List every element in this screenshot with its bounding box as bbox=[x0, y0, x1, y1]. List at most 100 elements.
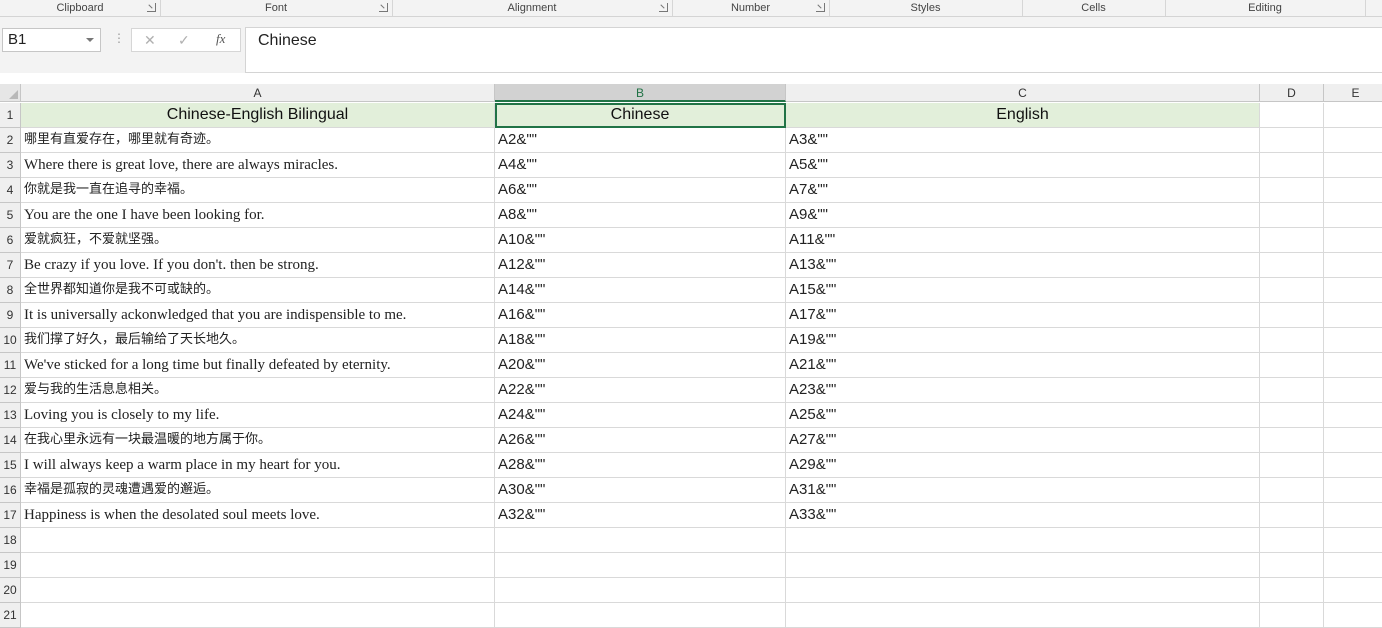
row-header[interactable]: 4 bbox=[0, 178, 21, 203]
formula-cell[interactable]: A30&"" bbox=[495, 478, 786, 503]
formula-cell[interactable]: A29&"" bbox=[786, 453, 1260, 478]
cell[interactable] bbox=[1324, 378, 1382, 403]
cell[interactable] bbox=[1324, 478, 1382, 503]
row-header[interactable]: 10 bbox=[0, 328, 21, 353]
cell[interactable] bbox=[1324, 278, 1382, 303]
cell[interactable] bbox=[1324, 203, 1382, 228]
cell[interactable] bbox=[786, 553, 1260, 578]
cell[interactable] bbox=[1260, 453, 1324, 478]
cell[interactable] bbox=[1324, 328, 1382, 353]
row-header[interactable]: 19 bbox=[0, 553, 21, 578]
row-header[interactable]: 14 bbox=[0, 428, 21, 453]
formula-cell[interactable]: A22&"" bbox=[495, 378, 786, 403]
cell[interactable] bbox=[1324, 303, 1382, 328]
row-header[interactable]: 12 bbox=[0, 378, 21, 403]
formula-cell[interactable]: A23&"" bbox=[786, 378, 1260, 403]
cell[interactable] bbox=[1324, 178, 1382, 203]
cell[interactable] bbox=[1324, 528, 1382, 553]
formula-cell[interactable]: A17&"" bbox=[786, 303, 1260, 328]
formula-cell[interactable]: A3&"" bbox=[786, 128, 1260, 153]
cell[interactable] bbox=[1260, 303, 1324, 328]
dialog-launcher-icon[interactable] bbox=[659, 3, 668, 12]
enter-icon[interactable]: ✓ bbox=[178, 31, 190, 49]
cell[interactable] bbox=[1260, 103, 1324, 128]
formula-cell[interactable]: A9&"" bbox=[786, 203, 1260, 228]
row-header[interactable]: 16 bbox=[0, 478, 21, 503]
cell[interactable] bbox=[1260, 228, 1324, 253]
formula-cell[interactable]: A4&"" bbox=[495, 153, 786, 178]
text-cell[interactable]: Where there is great love, there are alw… bbox=[21, 153, 495, 178]
dialog-launcher-icon[interactable] bbox=[147, 3, 156, 12]
column-header-a[interactable]: A bbox=[21, 84, 495, 102]
cell[interactable] bbox=[1260, 353, 1324, 378]
column-header-c[interactable]: C bbox=[786, 84, 1260, 102]
formula-cell[interactable]: A16&"" bbox=[495, 303, 786, 328]
cell[interactable] bbox=[1260, 478, 1324, 503]
formula-cell[interactable]: A26&"" bbox=[495, 428, 786, 453]
row-header[interactable]: 21 bbox=[0, 603, 21, 628]
select-all-button[interactable] bbox=[0, 84, 21, 102]
cell[interactable] bbox=[1324, 553, 1382, 578]
formula-cell[interactable]: A13&"" bbox=[786, 253, 1260, 278]
formula-cell[interactable]: A15&"" bbox=[786, 278, 1260, 303]
row-header[interactable]: 8 bbox=[0, 278, 21, 303]
text-cell[interactable]: We've sticked for a long time but finall… bbox=[21, 353, 495, 378]
formula-cell[interactable]: A6&"" bbox=[495, 178, 786, 203]
row-header[interactable]: 5 bbox=[0, 203, 21, 228]
text-cell[interactable]: 爱与我的生活息息相关。 bbox=[21, 378, 495, 403]
chevron-down-icon[interactable] bbox=[86, 38, 94, 42]
text-cell[interactable]: 全世界都知道你是我不可或缺的。 bbox=[21, 278, 495, 303]
cell[interactable] bbox=[1324, 353, 1382, 378]
cell[interactable] bbox=[495, 578, 786, 603]
formula-cell[interactable]: A28&"" bbox=[495, 453, 786, 478]
formula-cell[interactable]: A14&"" bbox=[495, 278, 786, 303]
cell[interactable] bbox=[1260, 128, 1324, 153]
text-cell[interactable]: You are the one I have been looking for. bbox=[21, 203, 495, 228]
cell[interactable] bbox=[1260, 428, 1324, 453]
cell[interactable] bbox=[1260, 378, 1324, 403]
header-cell[interactable]: Chinese bbox=[495, 103, 786, 128]
cell[interactable] bbox=[495, 553, 786, 578]
cell[interactable] bbox=[1324, 228, 1382, 253]
text-cell[interactable]: I will always keep a warm place in my he… bbox=[21, 453, 495, 478]
cell[interactable] bbox=[1324, 403, 1382, 428]
text-cell[interactable]: 我们撑了好久，最后输给了天长地久。 bbox=[21, 328, 495, 353]
cell[interactable] bbox=[786, 603, 1260, 628]
formula-cell[interactable]: A8&"" bbox=[495, 203, 786, 228]
cell[interactable] bbox=[1260, 253, 1324, 278]
formula-cell[interactable]: A11&"" bbox=[786, 228, 1260, 253]
cell[interactable] bbox=[1260, 403, 1324, 428]
cell[interactable] bbox=[786, 578, 1260, 603]
cancel-icon[interactable]: ✕ bbox=[144, 31, 156, 49]
row-header[interactable]: 2 bbox=[0, 128, 21, 153]
cell[interactable] bbox=[21, 553, 495, 578]
text-cell[interactable]: Loving you is closely to my life. bbox=[21, 403, 495, 428]
cell[interactable] bbox=[1260, 178, 1324, 203]
formula-cell[interactable]: A18&"" bbox=[495, 328, 786, 353]
cell[interactable] bbox=[1324, 503, 1382, 528]
formula-cell[interactable]: A31&"" bbox=[786, 478, 1260, 503]
insert-function-icon[interactable]: fx bbox=[216, 31, 225, 47]
more-options-icon[interactable]: ⋮ bbox=[113, 32, 125, 44]
column-header-b[interactable]: B bbox=[495, 84, 786, 102]
formula-cell[interactable]: A12&"" bbox=[495, 253, 786, 278]
row-header[interactable]: 20 bbox=[0, 578, 21, 603]
formula-cell[interactable]: A7&"" bbox=[786, 178, 1260, 203]
row-header[interactable]: 6 bbox=[0, 228, 21, 253]
cell[interactable] bbox=[1324, 253, 1382, 278]
formula-cell[interactable]: A27&"" bbox=[786, 428, 1260, 453]
formula-cell[interactable]: A2&"" bbox=[495, 128, 786, 153]
cell[interactable] bbox=[1260, 528, 1324, 553]
cell[interactable] bbox=[21, 578, 495, 603]
cell[interactable] bbox=[1260, 203, 1324, 228]
text-cell[interactable]: 幸福是孤寂的灵魂遭遇爱的邂逅。 bbox=[21, 478, 495, 503]
text-cell[interactable]: 爱就疯狂，不爱就坚强。 bbox=[21, 228, 495, 253]
cell[interactable] bbox=[1260, 328, 1324, 353]
row-header[interactable]: 3 bbox=[0, 153, 21, 178]
cell[interactable] bbox=[495, 528, 786, 553]
row-header[interactable]: 1 bbox=[0, 103, 21, 128]
column-header-e[interactable]: E bbox=[1324, 84, 1382, 102]
formula-cell[interactable]: A20&"" bbox=[495, 353, 786, 378]
cell[interactable] bbox=[1260, 578, 1324, 603]
row-header[interactable]: 18 bbox=[0, 528, 21, 553]
